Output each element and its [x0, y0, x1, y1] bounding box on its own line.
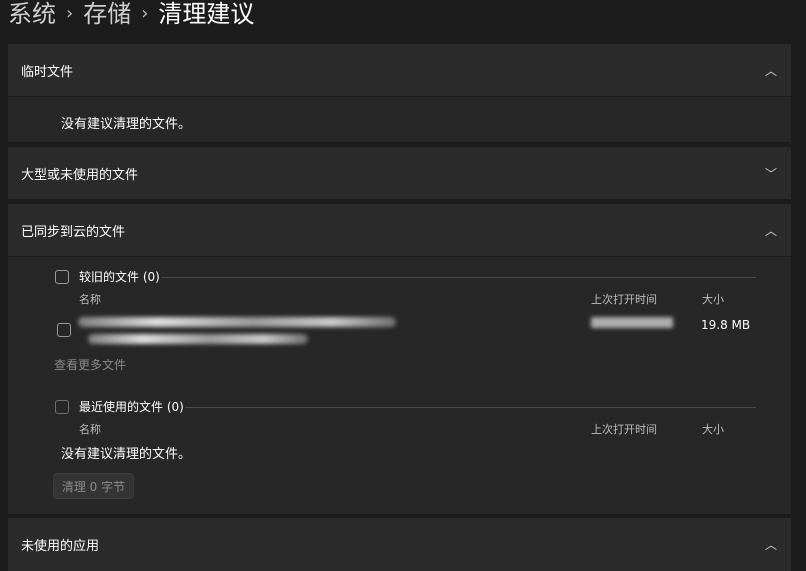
- temp-files-header[interactable]: 临时文件 ︿: [8, 44, 791, 96]
- unused-apps-section: 未使用的应用 ︿: [8, 518, 791, 571]
- large-files-title: 大型或未使用的文件: [21, 167, 139, 183]
- breadcrumb: 系统 › 存储 › 清理建议: [8, 0, 254, 28]
- cloud-files-title: 已同步到云的文件: [21, 224, 126, 240]
- breadcrumb-system[interactable]: 系统: [8, 0, 56, 28]
- unused-apps-title: 未使用的应用: [21, 538, 100, 554]
- clean-button[interactable]: 清理 0 字节: [53, 473, 134, 499]
- redacted-file-name: [78, 317, 396, 327]
- recent-col-size: 大小: [702, 423, 724, 436]
- chevron-down-icon: ﹀: [764, 166, 777, 181]
- older-files-checkbox[interactable]: [55, 270, 69, 284]
- temp-files-empty-text: 没有建议清理的文件。: [61, 117, 192, 132]
- older-files-divider: [161, 277, 756, 278]
- unused-apps-header[interactable]: 未使用的应用 ︿: [8, 518, 791, 570]
- redacted-last-opened: [591, 317, 673, 328]
- recent-col-name: 名称: [79, 423, 101, 436]
- recent-files-label: 最近使用的文件 (0): [79, 400, 184, 414]
- breadcrumb-storage[interactable]: 存储: [83, 0, 131, 28]
- chevron-right-icon: ›: [141, 3, 149, 24]
- temp-files-body: 没有建议清理的文件。: [8, 96, 791, 142]
- recent-files-checkbox[interactable]: [55, 400, 69, 414]
- temp-files-section: 临时文件 ︿ 没有建议清理的文件。: [8, 44, 791, 142]
- chevron-up-icon: ︿: [764, 537, 777, 552]
- chevron-up-icon: ︿: [764, 63, 777, 78]
- page-title: 清理建议: [158, 0, 255, 28]
- recent-files-divider: [185, 407, 756, 408]
- chevron-up-icon: ︿: [764, 223, 777, 238]
- see-more-files-link[interactable]: 查看更多文件: [54, 356, 126, 373]
- cloud-files-header[interactable]: 已同步到云的文件 ︿: [8, 204, 791, 256]
- recent-col-last-opened: 上次打开时间: [591, 423, 657, 436]
- large-files-section: 大型或未使用的文件 ﹀: [8, 147, 791, 199]
- older-col-name: 名称: [79, 293, 101, 306]
- cloud-files-body: 较旧的文件 (0) 名称 上次打开时间 大小 19.8 MB 查看更多文件 最近…: [8, 256, 791, 514]
- older-col-last-opened: 上次打开时间: [591, 293, 657, 306]
- large-files-header[interactable]: 大型或未使用的文件 ﹀: [8, 147, 791, 199]
- file-row-checkbox[interactable]: [57, 323, 71, 337]
- older-files-label: 较旧的文件 (0): [79, 270, 160, 284]
- cloud-files-section: 已同步到云的文件 ︿ 较旧的文件 (0) 名称 上次打开时间 大小 19.8 M…: [8, 204, 791, 514]
- recent-files-empty-text: 没有建议清理的文件。: [61, 447, 192, 462]
- file-size: 19.8 MB: [701, 318, 751, 332]
- older-col-size: 大小: [702, 293, 724, 306]
- temp-files-title: 临时文件: [21, 64, 74, 80]
- redacted-file-path: [88, 334, 308, 344]
- chevron-right-icon: ›: [66, 3, 74, 24]
